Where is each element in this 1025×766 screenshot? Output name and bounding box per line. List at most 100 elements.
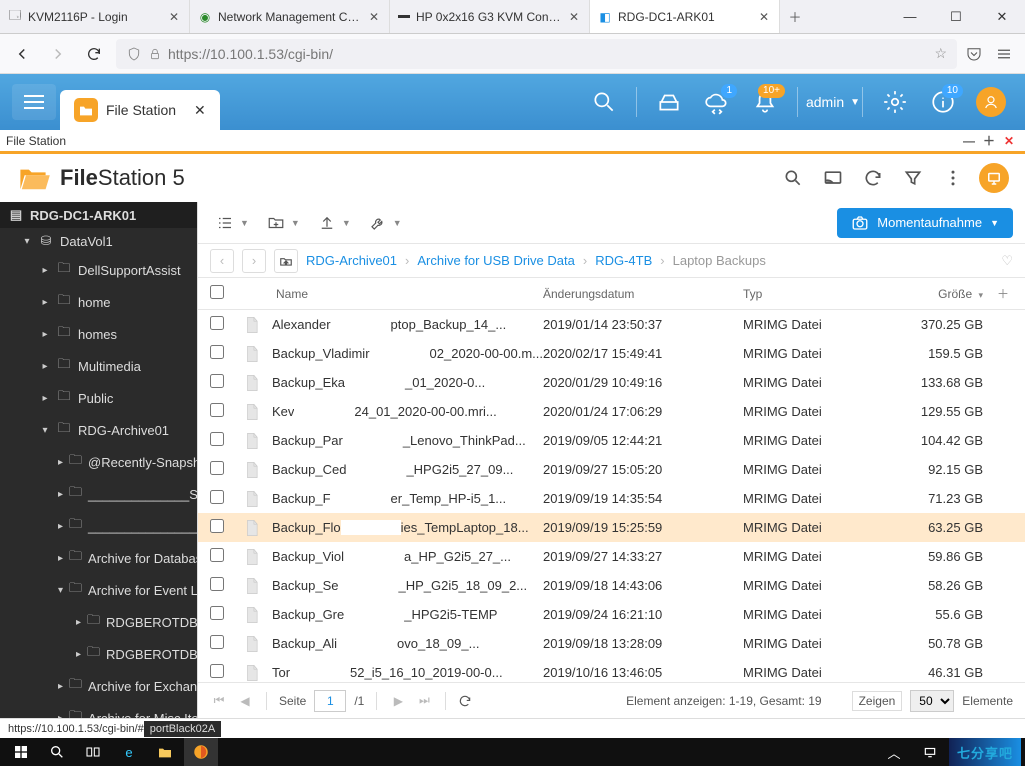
more-icon[interactable]: [939, 164, 967, 192]
info-icon[interactable]: 10: [921, 82, 965, 122]
upload-button[interactable]: ▼: [312, 210, 357, 236]
file-row[interactable]: Kev24_01_2020-00-00.mri... 2020/01/24 17…: [198, 397, 1025, 426]
minimize-button[interactable]: —: [887, 0, 933, 34]
row-checkbox[interactable]: [210, 461, 224, 475]
new-tab-button[interactable]: ＋: [780, 0, 810, 33]
tree-folder[interactable]: ▸🗀Multimedia: [0, 350, 197, 382]
tree-folder[interactable]: ▸🗀home: [0, 286, 197, 318]
file-row[interactable]: Backup_Par_Lenovo_ThinkPad... 2019/09/05…: [198, 426, 1025, 455]
add-column-button[interactable]: ＋: [993, 285, 1013, 302]
file-row[interactable]: Backup_Gre_HPG2i5-TEMP 2019/09/24 16:21:…: [198, 600, 1025, 629]
close-icon[interactable]: ✕: [194, 102, 206, 119]
view-mode-button[interactable]: ▼: [210, 210, 255, 236]
next-page-button[interactable]: ▶: [389, 694, 407, 708]
search-button[interactable]: [40, 738, 74, 766]
file-row[interactable]: Backup_Se_HP_G2i5_18_09_2... 2019/09/18 …: [198, 571, 1025, 600]
file-row[interactable]: Backup_Vladimir02_2020-00-00.m... 2020/0…: [198, 339, 1025, 368]
file-row[interactable]: Backup_Floies_TempLaptop_18... 2019/09/1…: [198, 513, 1025, 542]
row-checkbox[interactable]: [210, 519, 224, 533]
col-date-header[interactable]: Änderungsdatum: [543, 287, 743, 301]
firefox-icon[interactable]: [184, 738, 218, 766]
file-row[interactable]: Backup_Aliovo_18_09_... 2019/09/18 13:28…: [198, 629, 1025, 658]
close-icon[interactable]: ✕: [567, 10, 581, 24]
close-icon[interactable]: ✕: [999, 134, 1019, 148]
maximize-button[interactable]: ☐: [933, 0, 979, 34]
tree-folder[interactable]: ▸🗀@Recently-Snapshot: [0, 446, 197, 478]
tree-volume[interactable]: ▾ ⛁ DataVol1: [0, 228, 197, 254]
col-name-header[interactable]: Name: [272, 287, 543, 301]
file-row[interactable]: Backup_Eka_01_2020-0... 2020/01/29 10:49…: [198, 368, 1025, 397]
pocket-icon[interactable]: [965, 45, 983, 63]
search-icon[interactable]: [779, 164, 807, 192]
row-checkbox[interactable]: [210, 432, 224, 446]
settings-icon[interactable]: [873, 82, 917, 122]
tree-folder[interactable]: ▸🗀Archive for Misc Items: [0, 702, 197, 718]
tree-folder[interactable]: ▸🗀______________SSD_Backup: [0, 478, 197, 510]
last-page-button[interactable]: ⏭: [415, 693, 433, 708]
select-all-checkbox[interactable]: [210, 285, 224, 299]
star-icon[interactable]: ☆: [934, 45, 947, 62]
row-checkbox[interactable]: [210, 606, 224, 620]
dashboard-icon[interactable]: [647, 82, 691, 122]
file-row[interactable]: Tor52_i5_16_10_2019-00-0... 2019/10/16 1…: [198, 658, 1025, 682]
remote-icon[interactable]: [979, 163, 1009, 193]
start-button[interactable]: [4, 738, 38, 766]
browser-tab-active[interactable]: ◧ RDG-DC1-ARK01 ✕: [590, 0, 780, 33]
tree-folder[interactable]: ▾🗀RDG-Archive01: [0, 414, 197, 446]
first-page-button[interactable]: ⏮: [210, 693, 228, 708]
browser-tab[interactable]: 🗔 KVM2116P - Login ✕: [0, 0, 190, 33]
tree-folder[interactable]: ▸🗀homes: [0, 318, 197, 350]
explorer-icon[interactable]: [148, 738, 182, 766]
close-icon[interactable]: ✕: [367, 10, 381, 24]
create-folder-button[interactable]: ▼: [261, 210, 306, 236]
task-view-button[interactable]: [76, 738, 110, 766]
filter-icon[interactable]: [899, 164, 927, 192]
browser-tab[interactable]: ◉ Network Management Card ✕: [190, 0, 390, 33]
nav-up-button[interactable]: [274, 249, 298, 273]
prev-page-button[interactable]: ◀: [236, 694, 254, 708]
tree-folder[interactable]: ▸🗀Archive for Databases: [0, 542, 197, 574]
col-type-header[interactable]: Typ: [743, 287, 883, 301]
nav-forward-button[interactable]: ›: [242, 249, 266, 273]
nav-back-button[interactable]: ‹: [210, 249, 234, 273]
page-input[interactable]: [314, 690, 346, 712]
breadcrumb-item[interactable]: Archive for USB Drive Data: [417, 253, 575, 268]
add-icon[interactable]: ＋: [979, 132, 999, 149]
browser-tab[interactable]: HP 0x2x16 G3 KVM Console ✕: [390, 0, 590, 33]
tools-button[interactable]: ▼: [363, 210, 408, 236]
refresh-icon[interactable]: [859, 164, 887, 192]
tray-network-icon[interactable]: [913, 738, 947, 766]
ie-icon[interactable]: e: [112, 738, 146, 766]
row-checkbox[interactable]: [210, 664, 224, 678]
bell-icon[interactable]: 10+: [743, 82, 787, 122]
file-row[interactable]: Backup_Fer_Temp_HP-i5_1... 2019/09/19 14…: [198, 484, 1025, 513]
forward-button[interactable]: [44, 40, 72, 68]
tree-folder[interactable]: ▸🗀RDGBEROTDB02: [0, 638, 197, 670]
reload-button[interactable]: [80, 40, 108, 68]
col-size-header[interactable]: Größe ▾: [883, 287, 993, 301]
close-icon[interactable]: ✕: [757, 10, 771, 24]
tree-folder[interactable]: ▸🗀RDGBEROTDB01: [0, 606, 197, 638]
file-row[interactable]: Alexanderptop_Backup_14_... 2019/01/14 2…: [198, 310, 1025, 339]
favorite-icon[interactable]: ♡: [1001, 253, 1013, 269]
tray-up-icon[interactable]: ︿: [877, 738, 911, 766]
menu-button[interactable]: [12, 84, 56, 120]
row-checkbox[interactable]: [210, 635, 224, 649]
row-checkbox[interactable]: [210, 403, 224, 417]
row-checkbox[interactable]: [210, 374, 224, 388]
avatar[interactable]: [969, 82, 1013, 122]
app-tab-file-station[interactable]: File Station ✕: [60, 90, 220, 130]
back-button[interactable]: [8, 40, 36, 68]
menu-icon[interactable]: [995, 45, 1013, 63]
close-icon[interactable]: ✕: [167, 10, 181, 24]
url-field[interactable]: https://10.100.1.53/cgi-bin/ ☆: [116, 39, 957, 69]
file-row[interactable]: Backup_Viola_HP_G2i5_27_... 2019/09/27 1…: [198, 542, 1025, 571]
row-checkbox[interactable]: [210, 345, 224, 359]
close-window-button[interactable]: ✕: [979, 0, 1025, 34]
breadcrumb-item[interactable]: RDG-Archive01: [306, 253, 397, 268]
row-checkbox[interactable]: [210, 548, 224, 562]
tree-folder[interactable]: ▸🗀Archive for Exchange: [0, 670, 197, 702]
file-row[interactable]: Backup_Ced_HPG2i5_27_09... 2019/09/27 15…: [198, 455, 1025, 484]
tree-folder[interactable]: ▸🗀__________________SSD: [0, 510, 197, 542]
tree-folder[interactable]: ▸🗀DellSupportAssist: [0, 254, 197, 286]
